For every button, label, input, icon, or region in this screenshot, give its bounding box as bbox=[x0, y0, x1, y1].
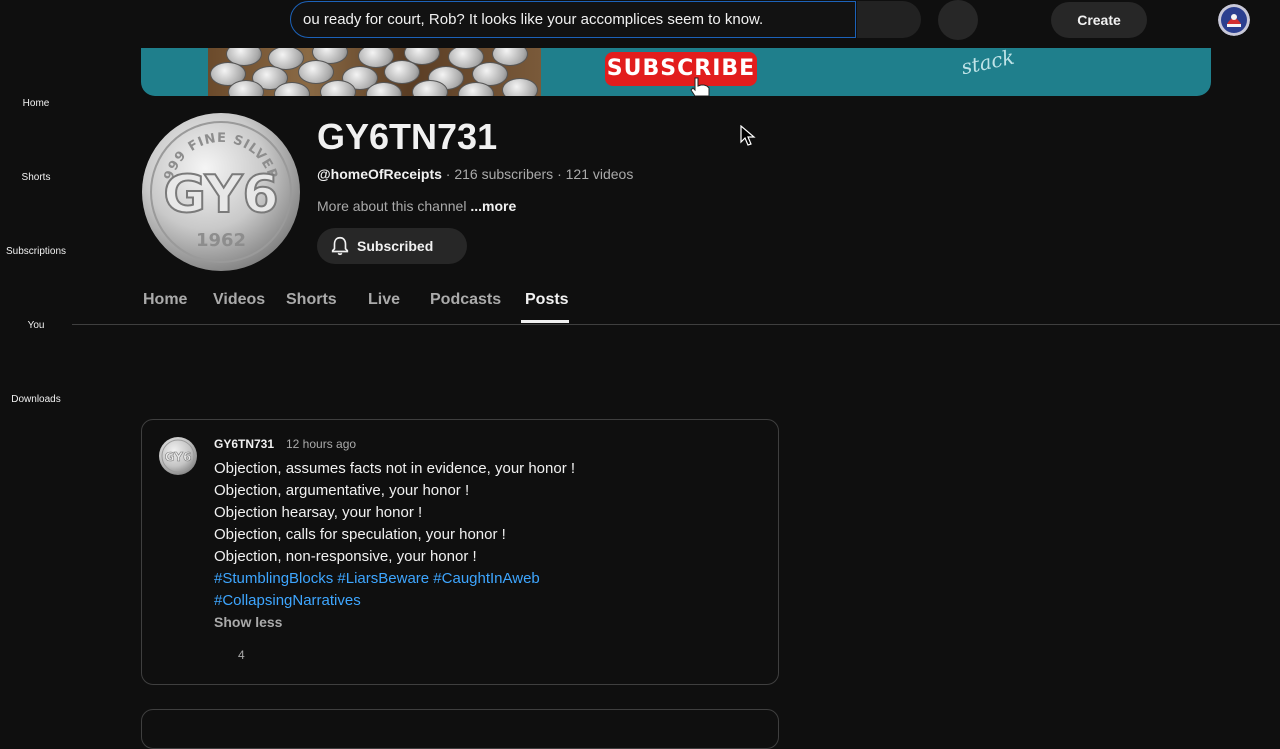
avatar-main-text: GY6 bbox=[163, 165, 278, 225]
post-line: Objection, calls for speculation, your h… bbox=[214, 526, 506, 543]
sidebar-item-subscriptions[interactable]: Subscriptions bbox=[0, 246, 72, 257]
search-box[interactable] bbox=[290, 1, 856, 38]
tab-label: Posts bbox=[525, 291, 569, 308]
search-button[interactable] bbox=[857, 1, 921, 38]
banner-coins-image bbox=[208, 48, 541, 96]
subscribed-button[interactable]: Subscribed bbox=[317, 228, 467, 264]
avatar-year-text: 1962 bbox=[196, 230, 246, 251]
channel-about-text: More about this channel bbox=[317, 198, 467, 214]
sidebar-item-you[interactable]: You bbox=[0, 320, 72, 331]
tab-posts[interactable]: Posts bbox=[525, 291, 569, 309]
hand-pointer-icon bbox=[690, 77, 710, 96]
post-line: Objection hearsay, your honor ! bbox=[214, 504, 423, 521]
post-author-avatar[interactable]: GY6 bbox=[158, 436, 198, 476]
banner-script-text: stack bbox=[959, 48, 1017, 80]
hashtag-link[interactable]: #StumblingBlocks bbox=[214, 570, 333, 587]
sidebar-item-label: Home bbox=[22, 98, 50, 109]
post-time[interactable]: 12 hours ago bbox=[286, 437, 356, 451]
search-input[interactable] bbox=[291, 2, 855, 37]
active-tab-indicator bbox=[521, 320, 569, 323]
tab-shorts[interactable]: Shorts bbox=[286, 291, 337, 309]
tab-podcasts[interactable]: Podcasts bbox=[430, 291, 501, 309]
sidebar-item-label: Shorts bbox=[21, 172, 51, 183]
tab-label: Podcasts bbox=[430, 291, 502, 308]
bell-icon bbox=[331, 236, 349, 256]
post-card: GY6 GY6TN731 12 hours ago Objection, ass… bbox=[141, 419, 779, 685]
voice-search-button[interactable] bbox=[938, 0, 978, 40]
banner-subscribe-text: SUBSCRIBE bbox=[606, 56, 756, 81]
channel-about-more[interactable]: ...more bbox=[470, 198, 516, 214]
channel-stats: · 216 subscribers · 121 videos bbox=[441, 166, 634, 182]
tab-home[interactable]: Home bbox=[143, 291, 187, 309]
channel-about[interactable]: More about this channel ...more bbox=[317, 198, 516, 214]
post-avatar-coin-icon: GY6 bbox=[159, 437, 197, 475]
post-author[interactable]: GY6TN731 bbox=[214, 437, 274, 451]
sidebar-item-shorts[interactable]: Shorts bbox=[0, 172, 72, 183]
post-line: Objection, non-responsive, your honor ! bbox=[214, 548, 477, 565]
post-avatar-coin-text: GY6 bbox=[165, 450, 192, 464]
create-button[interactable]: Create bbox=[1051, 2, 1147, 38]
sidebar-item-label: Subscriptions bbox=[5, 246, 67, 257]
show-less-button[interactable]: Show less bbox=[214, 614, 282, 630]
top-bar: Create bbox=[0, 0, 1280, 48]
channel-avatar[interactable]: 999 FINE SILVER GY6 1962 bbox=[141, 112, 301, 272]
post-line: Objection, assumes facts not in evidence… bbox=[214, 460, 576, 477]
tab-label: Live bbox=[368, 291, 401, 308]
silver-coin-avatar: 999 FINE SILVER GY6 1962 bbox=[142, 113, 300, 271]
channel-tabs: Home Videos Shorts Live Podcasts Posts bbox=[72, 280, 1280, 325]
post-card bbox=[141, 709, 779, 749]
user-avatar[interactable] bbox=[1218, 4, 1250, 36]
channel-handle[interactable]: @homeOfReceipts bbox=[317, 166, 442, 182]
user-avatar-icon bbox=[1218, 4, 1250, 36]
banner-subscribe-graphic: SUBSCRIBE bbox=[605, 52, 757, 86]
sidebar-item-downloads[interactable]: Downloads bbox=[0, 394, 72, 405]
sidebar-item-label: You bbox=[27, 320, 45, 331]
hashtag-link[interactable]: #CollapsingNarratives bbox=[214, 592, 361, 609]
sidebar-item-label: Downloads bbox=[11, 394, 61, 405]
tab-label: Home bbox=[143, 291, 188, 308]
hashtag-link[interactable]: #CaughtInAweb bbox=[433, 570, 539, 587]
like-count: 4 bbox=[238, 648, 245, 662]
tab-label: Videos bbox=[213, 291, 266, 308]
sidebar-item-home[interactable]: Home bbox=[0, 98, 72, 109]
create-label: Create bbox=[1077, 12, 1121, 28]
sidebar: Home Shorts Subscriptions You Downloads bbox=[0, 48, 72, 720]
channel-meta: @homeOfReceipts · 216 subscribers · 121 … bbox=[317, 166, 633, 182]
subscribed-label: Subscribed bbox=[357, 238, 434, 254]
tab-live[interactable]: Live bbox=[368, 291, 400, 309]
channel-title: GY6TN731 bbox=[317, 116, 498, 157]
tab-label: Shorts bbox=[286, 291, 337, 308]
hashtag-link[interactable]: #LiarsBeware bbox=[337, 570, 429, 587]
post-line: Objection, argumentative, your honor ! bbox=[214, 482, 470, 499]
mouse-cursor-icon bbox=[740, 125, 756, 146]
tab-videos[interactable]: Videos bbox=[213, 291, 265, 309]
channel-banner: SUBSCRIBE stack bbox=[141, 48, 1211, 96]
post-body: Objection, assumes facts not in evidence… bbox=[214, 458, 575, 612]
